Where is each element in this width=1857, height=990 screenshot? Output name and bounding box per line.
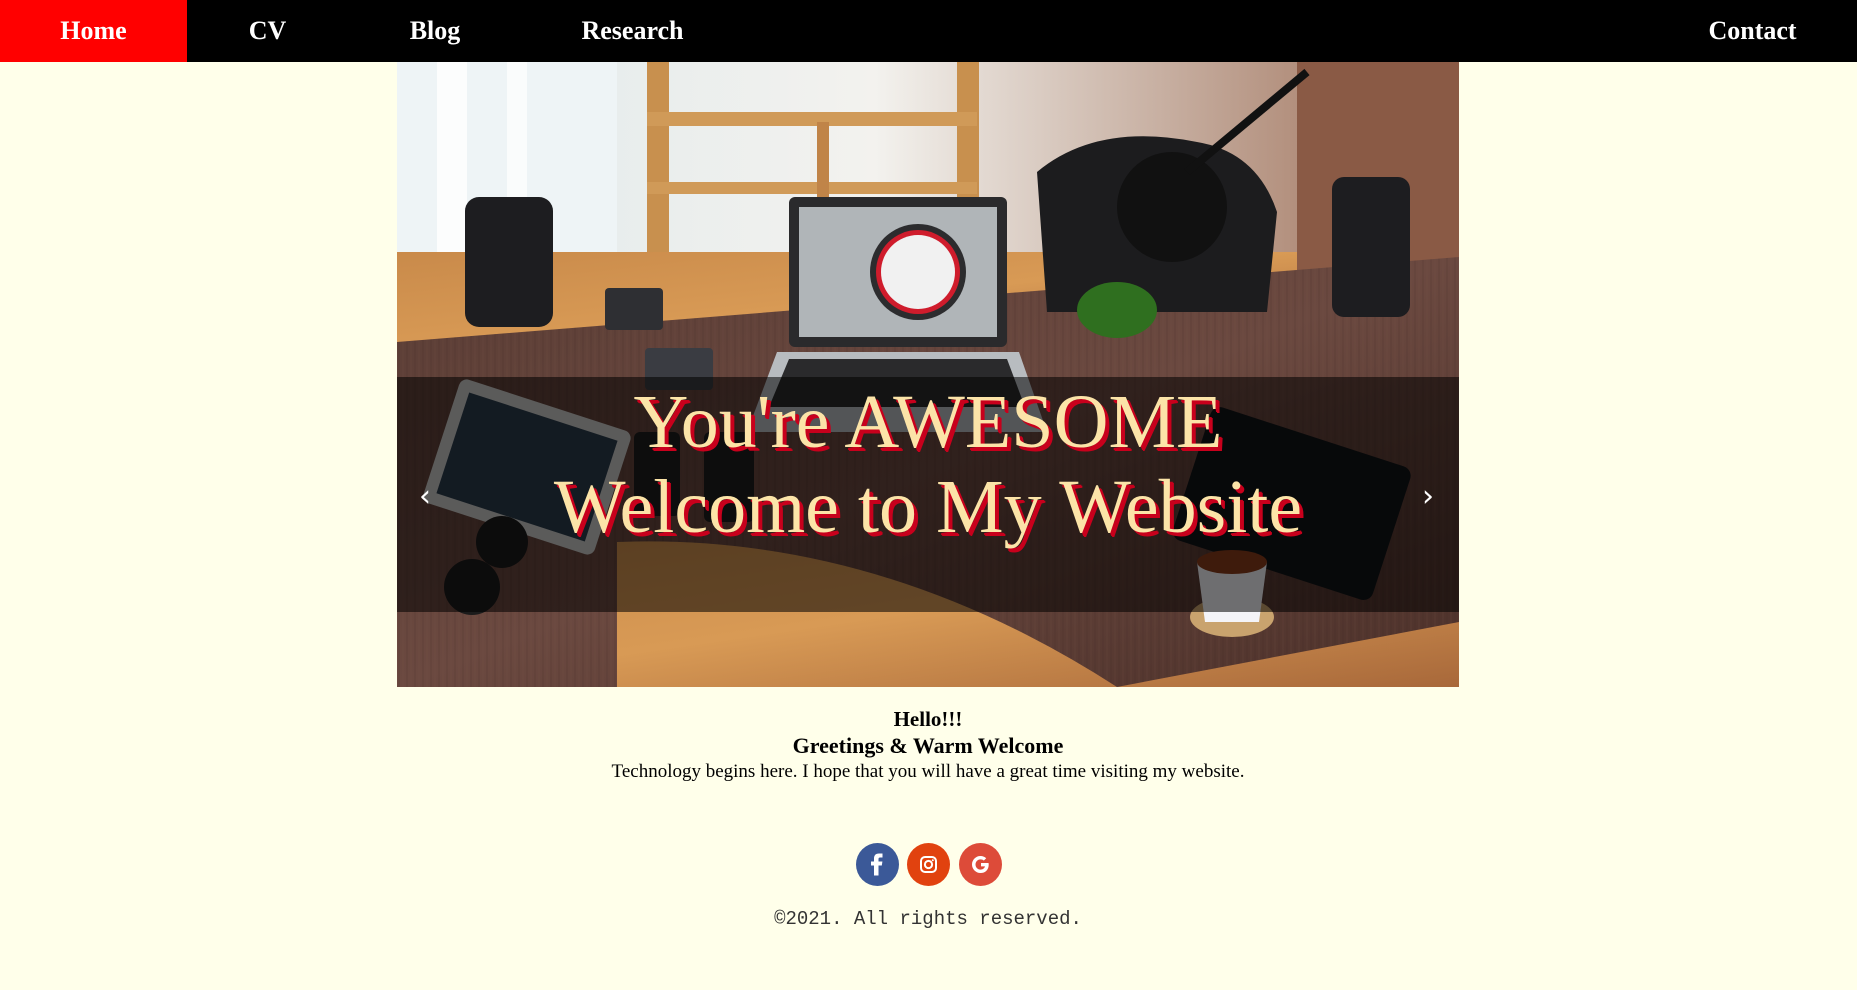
intro-section: Hello!!! Greetings & Warm Welcome Techno… (397, 705, 1459, 785)
copyright-text: ©2021. All rights reserved. (774, 908, 1082, 930)
intro-text: Technology begins here. I hope that you … (611, 761, 1245, 782)
nav-contact-link[interactable]: Contact (1690, 0, 1815, 62)
instagram-icon (920, 856, 937, 873)
chevron-right-icon[interactable]: › (1422, 482, 1434, 512)
top-navbar: Home CV Blog Research Contact (0, 0, 1857, 62)
google-icon (972, 856, 989, 873)
nav-home-link[interactable]: Home (0, 0, 187, 62)
nav-blog-link[interactable]: Blog (375, 0, 495, 62)
hero-carousel: You're AWESOME Welcome to My Website ‹ › (397, 62, 1459, 687)
instagram-button[interactable] (907, 843, 950, 886)
chevron-left-icon[interactable]: ‹ (419, 482, 431, 512)
nav-cv-link[interactable]: CV (210, 0, 325, 62)
intro-hello: Hello!!! (893, 707, 963, 731)
intro-greeting: Greetings & Warm Welcome (792, 733, 1064, 758)
google-button[interactable] (959, 843, 1002, 886)
facebook-button[interactable] (856, 843, 899, 886)
nav-research-link[interactable]: Research (555, 0, 710, 62)
facebook-icon (871, 853, 883, 876)
hero-caption-line2: Welcome to My Website (553, 465, 1303, 549)
